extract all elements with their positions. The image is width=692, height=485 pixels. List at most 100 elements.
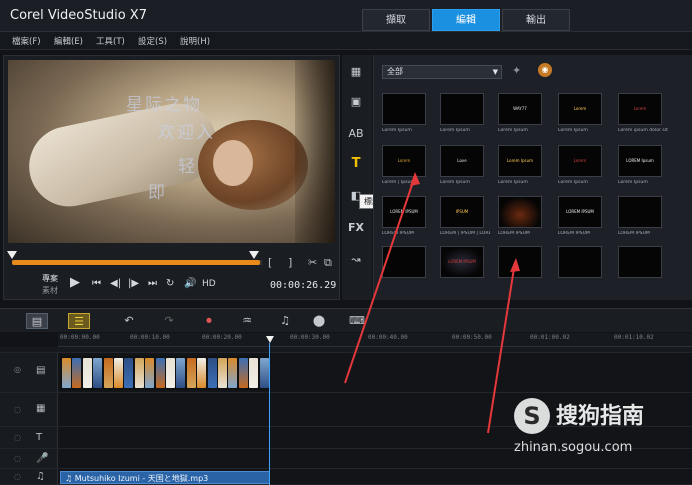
end-icon[interactable]: ⏭ (148, 278, 157, 289)
menu-tools[interactable]: 工具(T) (96, 35, 125, 47)
title-thumbnail[interactable] (498, 246, 542, 278)
watermark-name: 搜狗指南 (556, 404, 645, 429)
enlarge-icon[interactable]: ⧉ (324, 256, 332, 270)
split-icon[interactable]: ✂ (308, 256, 317, 269)
volume-icon[interactable]: 🔊 (184, 278, 196, 289)
ruler-label: 00:00:50.00 (452, 334, 492, 341)
title-thumbnail[interactable] (558, 246, 602, 278)
title-thumbnail[interactable]: Lorem (558, 93, 602, 125)
title-thumbnail[interactable]: Lorem (558, 145, 602, 177)
audio-clip[interactable]: ♫ Mutsuhiko Izumi - 天国と地獄.mp3 (60, 471, 270, 484)
title-thumbnail[interactable] (382, 93, 426, 125)
mode-clip[interactable]: 素材 (42, 285, 58, 296)
watermark-url: zhinan.sogou.com (514, 440, 633, 455)
timeline-ruler[interactable]: 00:00:00.00 00:00:10.00 00:00:20.00 00:0… (58, 333, 692, 347)
sound-mixer-icon[interactable]: ♒ (236, 313, 258, 329)
tab-capture[interactable]: 擷取 (362, 9, 430, 31)
import-icon[interactable]: ◉ (538, 63, 552, 77)
title-thumbnail[interactable] (618, 196, 662, 228)
subtitle-editor-icon[interactable]: ⌨ (346, 313, 368, 329)
home-icon[interactable]: ⏮ (92, 278, 101, 289)
title-caption: Lorem | Ipsum (382, 180, 415, 185)
title-thumbnail[interactable] (618, 246, 662, 278)
menu-settings[interactable]: 設定(S) (138, 35, 167, 47)
video-clip[interactable] (60, 356, 270, 390)
mode-project[interactable]: 專案 (42, 273, 58, 284)
thumbnail-text: IPSUM (455, 209, 469, 214)
undo-icon[interactable]: ↶ (118, 313, 140, 329)
title-thumbnail[interactable]: Lorem Ipsum (498, 145, 542, 177)
menu-file[interactable]: 檔案(F) (12, 35, 41, 47)
track-lock-icon[interactable]: ◌ (14, 472, 21, 481)
music-icon: ♫ (65, 474, 75, 483)
previous-frame-icon[interactable]: ◀| (110, 278, 121, 289)
music-track-header: ◌ ♫ (0, 469, 58, 484)
scrub-progress (12, 260, 260, 265)
title-icon[interactable]: T (345, 155, 367, 173)
record-icon[interactable]: ⏺ (198, 313, 220, 329)
tab-edit[interactable]: 編輯 (432, 9, 500, 31)
clip-frame (134, 358, 144, 388)
clip-frame (114, 358, 123, 388)
title-thumbnail[interactable]: WAY77 (498, 93, 542, 125)
thumbnail-text: Lorem (573, 158, 587, 163)
transition-icon[interactable]: AB (345, 125, 367, 143)
track-lock-icon[interactable]: ◌ (14, 454, 21, 463)
redo-icon[interactable]: ↷ (158, 313, 180, 329)
tab-share[interactable]: 輸出 (502, 9, 570, 31)
menu-edit[interactable]: 編輯(E) (54, 35, 83, 47)
title-thumbnail[interactable] (440, 93, 484, 125)
mark-in-handle[interactable] (7, 251, 17, 259)
title-caption: Lorem Ipsum (558, 128, 588, 133)
menu-help[interactable]: 說明(H) (180, 35, 210, 47)
track-lock-icon[interactable]: ◌ (14, 433, 21, 442)
media-icon[interactable]: ▦ (345, 63, 367, 81)
title-caption: Lorem Ipsum (440, 128, 470, 133)
instant-project-icon[interactable]: ▣ (345, 93, 367, 111)
title-caption: LOREM IPSUM (618, 231, 650, 236)
category-select[interactable]: 全部 ▼ (382, 65, 502, 79)
track-visibility-icon[interactable]: ◎ (14, 365, 21, 374)
motion-tracking-icon[interactable]: ⬤ (308, 313, 330, 329)
title-thumbnail[interactable]: LOREM IPSUM (558, 196, 602, 228)
title-thumbnail[interactable]: LOREM Ipsum (618, 145, 662, 177)
path-icon[interactable]: ↝ (345, 251, 367, 269)
playhead-handle[interactable] (266, 336, 274, 343)
timecode[interactable]: 00:00:26.29 (270, 280, 336, 291)
title-thumbnail[interactable]: LOREM IPSUM (440, 246, 484, 278)
mark-out-icon[interactable]: ] (288, 256, 292, 269)
track-lock-icon[interactable]: ◌ (14, 405, 21, 414)
title-caption: LOREM IPSUM (558, 231, 590, 236)
title-thumbnail[interactable]: IPSUM (440, 196, 484, 228)
hd-label[interactable]: HD (202, 279, 216, 289)
title-thumbnail[interactable]: LOREM IPSUM (382, 196, 426, 228)
filter-icon[interactable]: FX (345, 219, 367, 237)
play-icon[interactable]: ▶ (70, 275, 80, 290)
title-thumbnail[interactable]: Lorem (618, 93, 662, 125)
clip-frame (197, 358, 207, 388)
clip-frame (186, 358, 196, 388)
title-caption: Lorem Ipsum (558, 180, 588, 185)
clip-frame (259, 358, 269, 388)
next-frame-icon[interactable]: |▶ (128, 278, 139, 289)
auto-music-icon[interactable]: ♫ (274, 313, 296, 329)
ruler-label: 00:01:10.02 (614, 334, 654, 341)
title-thumbnail[interactable]: Love (440, 145, 484, 177)
mark-in-icon[interactable]: [ (268, 256, 272, 269)
menu-bar: 檔案(F) 編輯(E) 工具(T) 設定(S) 說明(H) (0, 32, 692, 50)
thumbnail-text: LOREM Ipsum (626, 158, 654, 163)
repeat-icon[interactable]: ↻ (166, 278, 174, 289)
title-thumbnail[interactable] (498, 196, 542, 228)
video-track-header: ◎ ▤ (0, 353, 58, 392)
chevron-down-icon: ▼ (492, 68, 498, 76)
timeline-view-icon[interactable]: ☰ (68, 313, 90, 329)
title-caption: LOREM IPSUM (382, 231, 414, 236)
overlay-title-2: 欢迎入 (158, 123, 215, 143)
add-to-favorites-icon[interactable]: ✦ (512, 64, 521, 77)
mark-out-handle[interactable] (249, 251, 259, 259)
title-caption: LOREM | IPSUM | LORE (440, 231, 490, 236)
storyboard-view-icon[interactable]: ▤ (26, 313, 48, 329)
title-caption: Lorem ipsum dolor sit (618, 128, 668, 133)
title-thumbnail[interactable] (382, 246, 426, 278)
title-thumbnail[interactable]: Lorem (382, 145, 426, 177)
